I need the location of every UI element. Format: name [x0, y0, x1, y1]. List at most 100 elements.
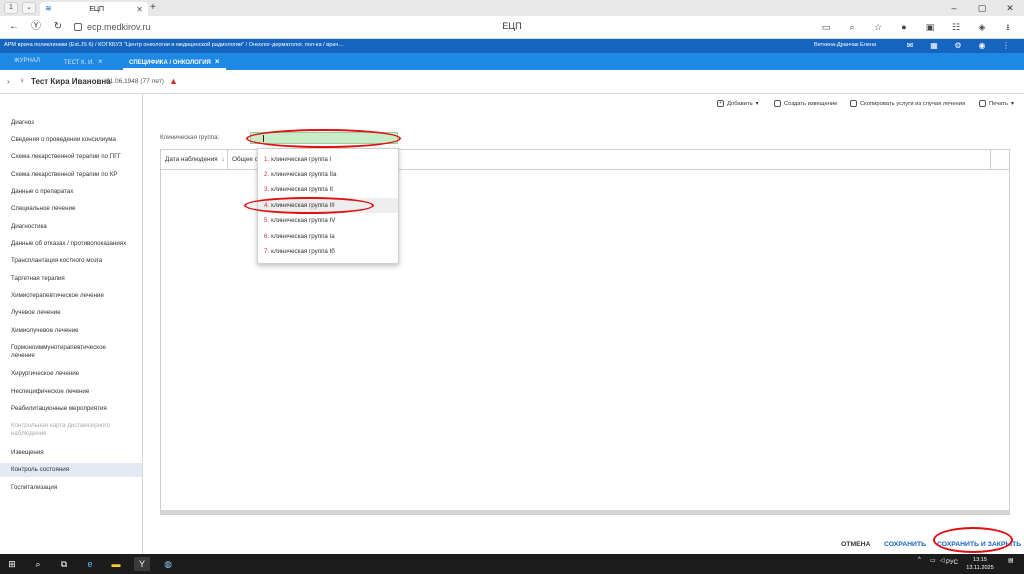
calendar-icon[interactable]: ▦ — [922, 40, 946, 52]
dropdown-option[interactable]: 6. клиническая группа Iа — [258, 229, 398, 244]
sidebar-item-special-treatment[interactable]: Специальное лечение — [0, 205, 142, 213]
tab-journal[interactable]: ЖУРНАЛ — [8, 53, 46, 70]
sidebar-item-surgery[interactable]: Хирургическое лечение — [0, 370, 142, 378]
dropdown-option[interactable]: 1. клиническая группа I — [258, 152, 398, 167]
reload-icon[interactable]: ↻ — [52, 21, 64, 33]
tab-patient[interactable]: ТЕСТ К. И. × — [58, 53, 109, 70]
ad-block-icon[interactable]: ● — [894, 20, 914, 34]
column-header-date[interactable]: Дата наблюдения ↓ — [161, 150, 228, 169]
patient-person-icon: ♀ — [19, 76, 25, 85]
messages-icon[interactable]: ✉ — [898, 40, 922, 52]
url-field[interactable]: ecp.medkirov.ru — [74, 20, 150, 34]
save-and-close-button[interactable]: СОХРАНИТЬ И ЗАКРЫТЬ — [937, 541, 1021, 548]
maximize-icon[interactable]: ▢ — [968, 0, 996, 16]
sidebar-item-rehab[interactable]: Реабилитационные мероприятия — [0, 405, 142, 413]
sidebar-item-chemoradiation[interactable]: Химиолучевое лечение — [0, 327, 142, 335]
save-button[interactable]: СОХРАНИТЬ — [884, 541, 926, 548]
clock-date: 13.11.2025 — [966, 565, 994, 571]
workplace-info[interactable]: АРМ врача поликлиники (Ext.JS 6) / КОГКБ… — [4, 42, 344, 48]
browser-tab-title: ЕЦП — [89, 5, 105, 13]
file-explorer-icon[interactable]: ▬ — [108, 557, 124, 571]
close-tab-icon[interactable]: × — [98, 57, 103, 66]
windows-start-icon[interactable]: ⊞ — [4, 557, 20, 571]
edge-browser-icon[interactable]: e — [82, 557, 98, 571]
sidebar-item-drug-scheme-kr[interactable]: Схема лекарственной терапии по КР — [0, 171, 142, 179]
option-text: клиническая группа Iа — [271, 233, 335, 240]
extensions-icon[interactable]: ▣ — [920, 20, 940, 34]
printer-icon — [979, 100, 986, 107]
sidebar-item-consilium[interactable]: Сведения о проведении консилиума — [0, 136, 142, 144]
yandex-browser-icon[interactable]: Y — [134, 557, 150, 571]
tab-oncology[interactable]: СПЕЦИФИКА / ОНКОЛОГИЯ × — [123, 53, 226, 70]
site-favicon-icon: ≋ — [45, 4, 52, 13]
clinical-group-combobox[interactable] — [250, 132, 398, 144]
dropdown-option-highlighted[interactable]: 4. клиническая группа III — [258, 198, 398, 213]
dropdown-option[interactable]: 5. клиническая группа IV — [258, 213, 398, 228]
sidebar-item-radiation[interactable]: Лучевое лечение — [0, 309, 142, 317]
clock-time: 13:15 — [973, 557, 987, 563]
notifications-icon[interactable]: ◉ — [970, 40, 994, 52]
close-tab-icon[interactable]: × — [215, 57, 220, 66]
shield-icon[interactable]: ◈ — [972, 20, 992, 34]
collections-icon[interactable]: ☷ — [946, 20, 966, 34]
add-circle-icon: + — [717, 100, 724, 107]
tab-label: ЖУРНАЛ — [14, 58, 40, 64]
option-number: 6. — [264, 233, 270, 240]
sidebar-item-bone-marrow[interactable]: Трансплантация костного мозга — [0, 257, 142, 265]
text-caret — [263, 135, 264, 142]
copy-services-button[interactable]: Скопировать услуги из случая лечения — [850, 100, 965, 107]
minimize-icon[interactable]: – — [940, 0, 968, 16]
browser-tab[interactable]: ≋ ЕЦП ✕ — [40, 2, 148, 16]
sidebar-item-hormone-immuno[interactable]: Гормоноиммунотерапевтическое лечение — [0, 344, 120, 360]
tab-list-chevron-icon[interactable]: ⌄ — [22, 2, 36, 14]
system-clock[interactable]: 13:15 13.11.2025 — [960, 556, 1000, 572]
sidebar-item-targeted[interactable]: Таргетная терапия — [0, 275, 142, 283]
expand-chevron-icon[interactable]: › — [7, 77, 10, 86]
search-icon[interactable]: ⌕ — [30, 557, 46, 571]
dropdown-option[interactable]: 2. клиническая группа IIа — [258, 167, 398, 182]
sidebar-item-diagnosis[interactable]: Диагноз — [0, 119, 142, 127]
create-notice-button[interactable]: Создать извещение — [774, 100, 837, 107]
bookmark-icon[interactable]: ☆ — [868, 20, 888, 34]
horizontal-scrollbar[interactable] — [161, 510, 1009, 514]
volume-icon[interactable]: ◁ — [940, 557, 945, 564]
user-menu[interactable]: Веткина-Дранчак Елена — [814, 42, 876, 48]
url-text: ecp.medkirov.ru — [87, 22, 151, 32]
warning-icon[interactable]: ▲ — [169, 76, 178, 86]
downloads-icon[interactable]: ⭳ — [998, 20, 1018, 34]
language-indicator[interactable]: РУС — [946, 560, 958, 566]
notifications-icon[interactable]: ▤ — [1008, 557, 1014, 564]
sidebar-item-diagnostics[interactable]: Диагностика — [0, 223, 142, 231]
app-tabs: ЖУРНАЛ ТЕСТ К. И. × СПЕЦИФИКА / ОНКОЛОГИЯ… — [0, 53, 1024, 70]
sidebar-item-hospitalization[interactable]: Госпитализация — [0, 484, 142, 492]
dropdown-option[interactable]: 3. клиническая группа II — [258, 182, 398, 197]
app-icon[interactable]: ◍ — [160, 557, 176, 571]
back-icon[interactable]: ← — [8, 21, 20, 33]
tabs-icon[interactable]: ▭ — [816, 20, 836, 34]
print-button[interactable]: Печать ▾ — [979, 100, 1014, 107]
sidebar-item-nonspecific[interactable]: Неспецифическое лечение — [0, 388, 142, 396]
more-icon[interactable]: ⋮ — [994, 40, 1018, 52]
column-header-label: Дата наблюдения — [165, 156, 218, 163]
dropdown-option[interactable]: 7. клиническая группа Iб — [258, 244, 398, 259]
new-tab-icon[interactable]: + — [150, 2, 156, 13]
sidebar-item-drugs[interactable]: Данные о препаратах — [0, 188, 142, 196]
sidebar-item-notices[interactable]: Извещения — [0, 449, 142, 457]
tab-counter-button[interactable]: 1 — [4, 2, 18, 14]
add-button[interactable]: + Добавить ▾ — [717, 100, 759, 107]
cancel-button[interactable]: ОТМЕНА — [841, 541, 870, 548]
settings-icon[interactable]: ⚙ — [946, 40, 970, 52]
browser-logo-icon[interactable]: Ⓨ — [30, 21, 42, 33]
sidebar-item-status-control[interactable]: Контроль состояния — [0, 463, 142, 477]
sidebar-item-refusals[interactable]: Данные об отказах / противопоказаниях — [0, 240, 142, 248]
network-icon[interactable]: ▭ — [930, 557, 936, 564]
sidebar-item-chemo[interactable]: Химиотерапевтическое лечение — [0, 292, 142, 300]
close-tab-icon[interactable]: ✕ — [136, 5, 143, 14]
close-window-icon[interactable]: ✕ — [996, 0, 1024, 16]
tray-chevron-icon[interactable]: ^ — [918, 557, 921, 563]
task-view-icon[interactable]: ⧉ — [56, 557, 72, 571]
sidebar-item-drug-scheme-pgg[interactable]: Схема лекарственной терапии по ПГГ — [0, 153, 142, 161]
address-bar: ← Ⓨ ↻ ecp.medkirov.ru ЕЦП ▭ ⌕ ☆ ● ▣ ☷ ◈ … — [0, 16, 1024, 39]
search-icon[interactable]: ⌕ — [842, 20, 862, 34]
option-text: клиническая группа III — [271, 202, 335, 209]
